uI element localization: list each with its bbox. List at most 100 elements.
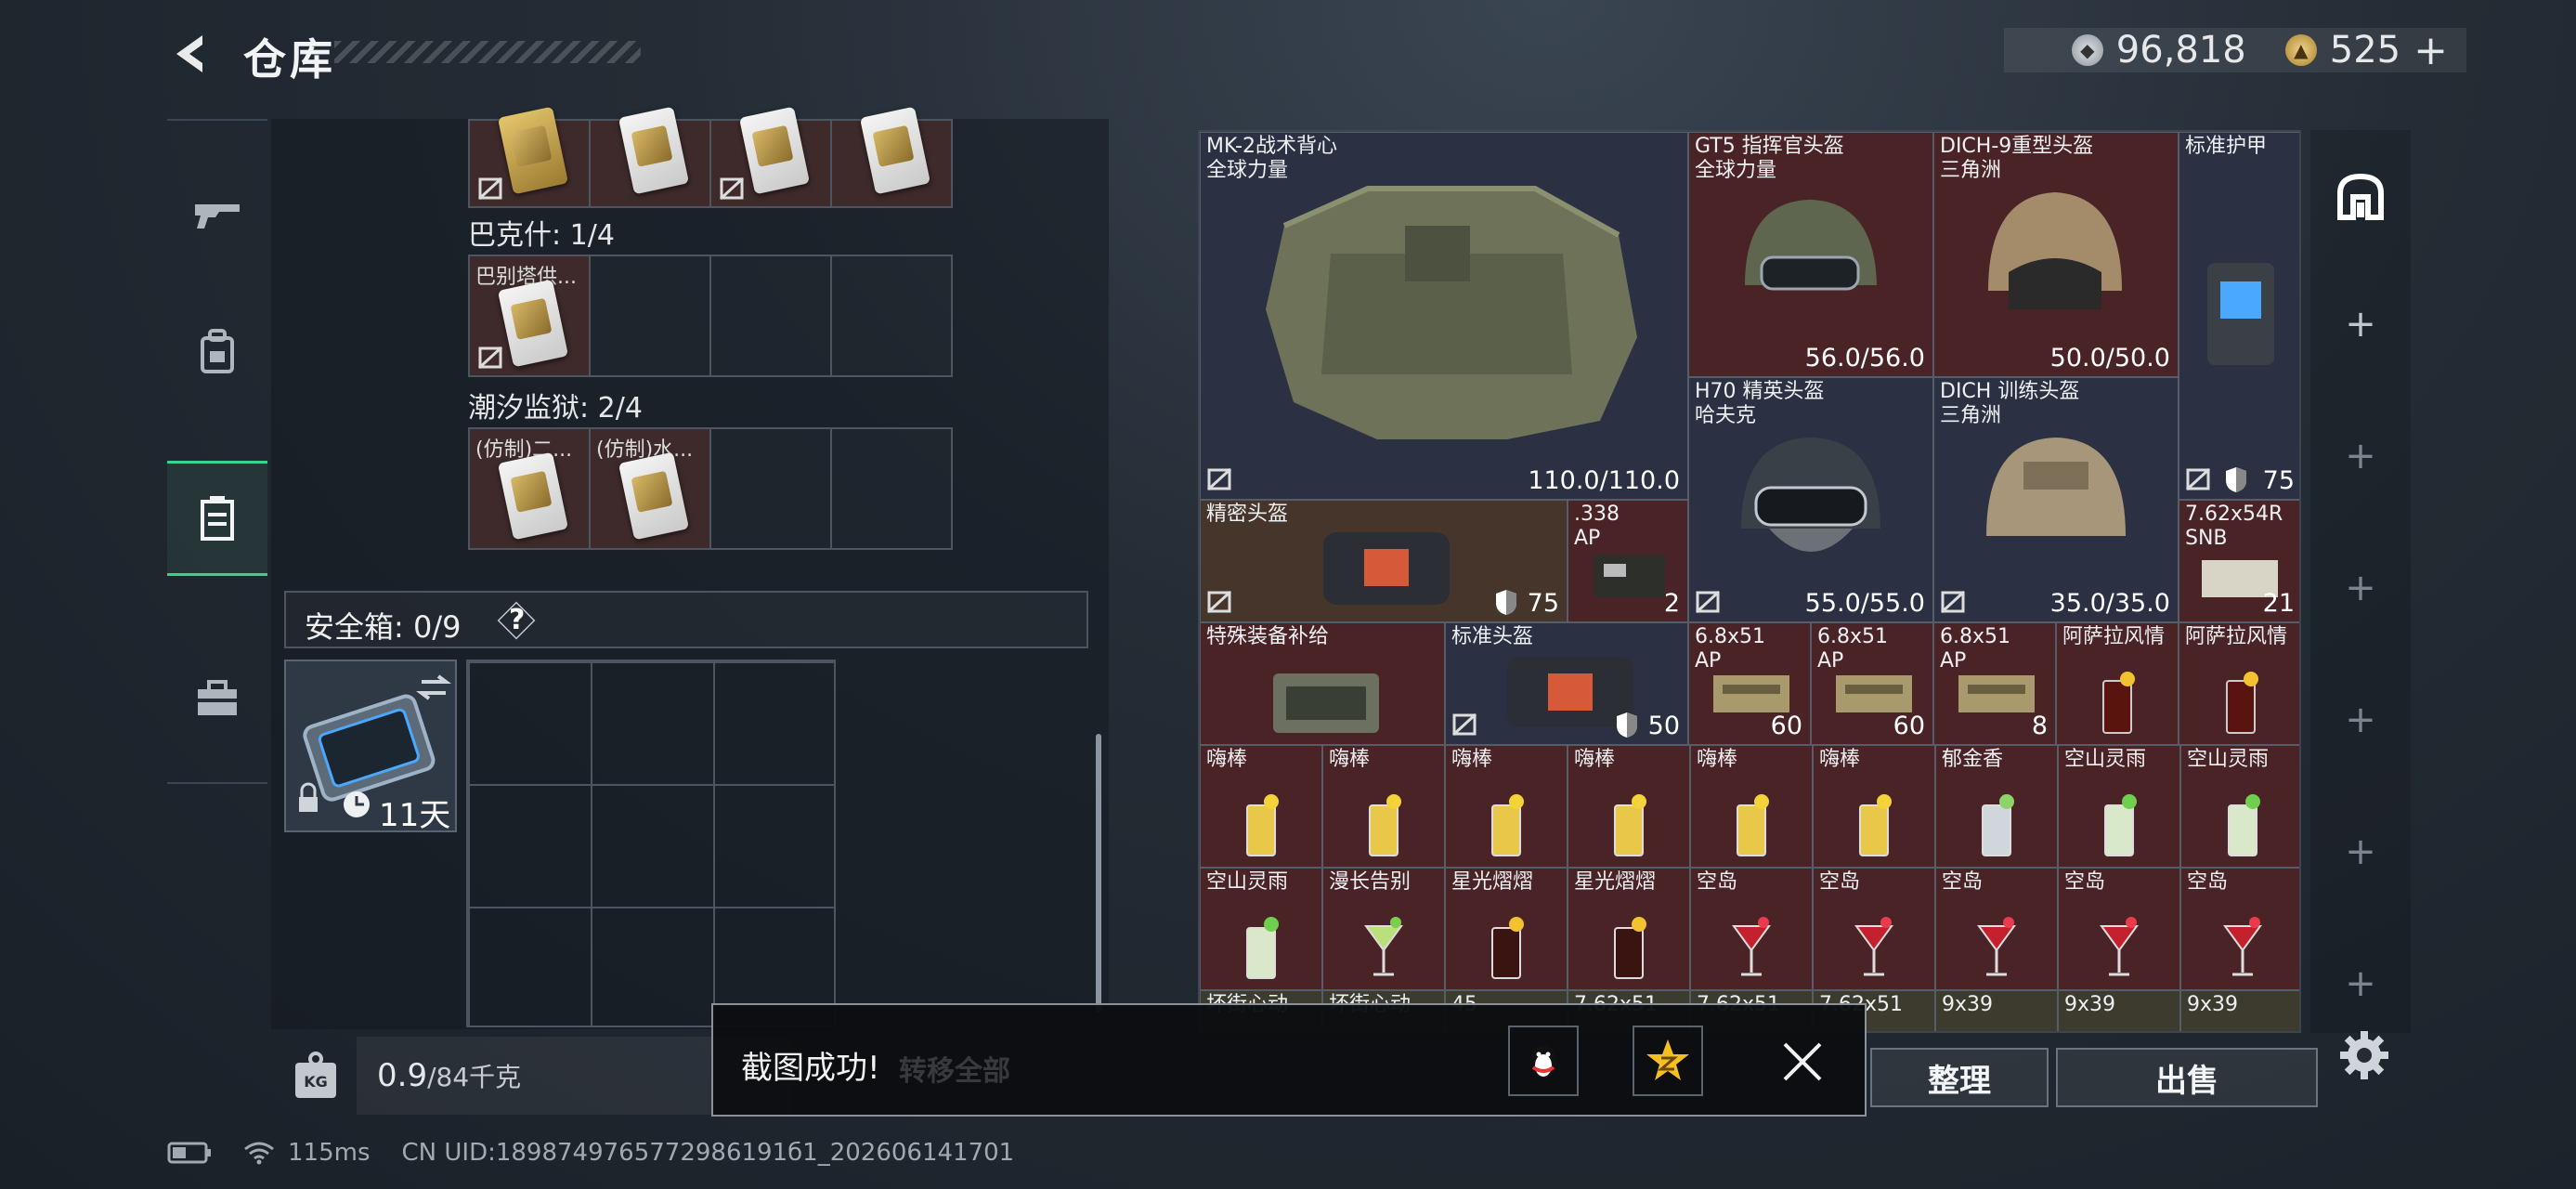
- shield-icon: [2226, 467, 2246, 492]
- item-name: 嗨棒: [1697, 748, 1738, 771]
- key-card-slot[interactable]: [468, 106, 591, 208]
- ping-value: 115ms: [288, 1139, 371, 1167]
- add-page-button[interactable]: +: [2310, 567, 2411, 609]
- gear-icon[interactable]: [2336, 1027, 2392, 1083]
- title-decoration: [334, 41, 641, 63]
- item-drink[interactable]: 空岛: [2180, 868, 2299, 990]
- empty-key-slot[interactable]: [709, 427, 832, 550]
- item-drink[interactable]: 星光熠熠: [1568, 868, 1690, 990]
- item-drink-asala[interactable]: 阿萨拉风情: [2056, 622, 2179, 745]
- item-name: 嗨棒: [1329, 748, 1371, 771]
- item-drink[interactable]: 漫长告别: [1322, 868, 1445, 990]
- add-page-button[interactable]: +: [2310, 830, 2411, 873]
- item-ammo-68x51[interactable]: 6.8x51 AP 8: [1933, 622, 2056, 745]
- item-drink[interactable]: 郁金香: [1935, 745, 2058, 868]
- item-drink[interactable]: 空岛: [2058, 868, 2180, 990]
- key-card-slot[interactable]: [709, 106, 832, 208]
- item-special-supply[interactable]: 特殊装备补给: [1200, 622, 1445, 745]
- add-currency-button[interactable]: +: [2413, 27, 2448, 74]
- helmet-image: [1745, 200, 1877, 291]
- item-h70-helmet[interactable]: H70 精英头盔 哈夫克 55.0/55.0: [1688, 377, 1933, 622]
- item-gt5-helmet[interactable]: GT5 指挥官头盔 全球力量 56.0/56.0: [1688, 132, 1933, 377]
- empty-key-slot[interactable]: [589, 255, 711, 377]
- left-scrollbar[interactable]: [1096, 734, 1101, 1013]
- item-drink[interactable]: 嗨棒: [1690, 745, 1813, 868]
- warehouse-home-icon[interactable]: [2335, 171, 2387, 223]
- close-icon[interactable]: [1777, 1037, 1828, 1087]
- backpack-icon: [201, 329, 234, 373]
- back-arrow-icon[interactable]: [165, 28, 217, 80]
- item-drink[interactable]: 空山灵雨: [2180, 745, 2299, 868]
- item-ammo-68x51[interactable]: 6.8x51 AP 60: [1688, 622, 1811, 745]
- help-mark[interactable]: ?: [509, 604, 525, 636]
- add-page-button[interactable]: +: [2310, 303, 2411, 346]
- key-card-slot[interactable]: [830, 106, 953, 208]
- safebox-item[interactable]: 11天: [284, 660, 457, 834]
- battery-icon: [167, 1142, 211, 1164]
- ammo-box-image: [1958, 675, 2035, 712]
- item-ammo[interactable]: 9x39: [2180, 990, 2299, 1031]
- empty-key-slot[interactable]: [830, 255, 953, 377]
- ammo-box-image: [1594, 555, 1665, 597]
- item-drink[interactable]: 嗨棒: [1445, 745, 1568, 868]
- item-drink[interactable]: 嗨棒: [1568, 745, 1690, 868]
- item-drink[interactable]: 空岛: [1935, 868, 2058, 990]
- item-ammo-68x51[interactable]: 6.8x51 AP 60: [1811, 622, 1933, 745]
- no-bind-icon: [1206, 467, 1232, 491]
- sell-button[interactable]: 出售: [2056, 1048, 2318, 1107]
- drink-icon: [2100, 917, 2139, 976]
- helmet-image: [1988, 192, 2122, 309]
- item-drink-asala[interactable]: 阿萨拉风情: [2179, 622, 2299, 745]
- gold-coin-icon: ▲: [2284, 34, 2317, 66]
- weight-value: 0.9: [377, 1057, 428, 1094]
- tab-toolbox[interactable]: [167, 641, 267, 756]
- supply-case-image: [1273, 673, 1379, 733]
- vest-image: [1266, 186, 1637, 439]
- item-dich-training-helmet[interactable]: DICH 训练头盔 三角洲 35.0/35.0: [1933, 377, 2179, 622]
- item-drink[interactable]: 嗨棒: [1322, 745, 1445, 868]
- item-name: 嗨棒: [1451, 748, 1493, 771]
- item-tactical-vest[interactable]: MK-2战术背心 全球力量 110.0/110.0: [1200, 132, 1688, 500]
- safebox-grid[interactable]: [466, 660, 836, 1027]
- no-bind-icon: [1206, 590, 1232, 614]
- empty-key-slot[interactable]: [830, 427, 953, 550]
- empty-key-slot[interactable]: [709, 255, 832, 377]
- drink-icon: [1614, 917, 1646, 979]
- share-qzone-button[interactable]: [1633, 1026, 1703, 1096]
- key-card-slot[interactable]: [589, 106, 711, 208]
- item-drink[interactable]: 嗨棒: [1200, 745, 1322, 868]
- item-name: 嗨棒: [1819, 748, 1861, 771]
- sort-button[interactable]: 整理: [1870, 1048, 2049, 1107]
- key-card-slot[interactable]: 巴别塔供...: [468, 255, 591, 377]
- item-standard-helmet[interactable]: 标准头盔 50: [1445, 622, 1688, 745]
- tab-storage[interactable]: [167, 461, 267, 576]
- drink-icon: [1246, 917, 1279, 979]
- drink-icon: [1732, 917, 1771, 976]
- key-card-slot[interactable]: (仿制)二...: [468, 427, 591, 550]
- item-ammo-762x54[interactable]: 7.62x54R SNB 21: [2179, 500, 2299, 622]
- tab-weapons[interactable]: [167, 158, 267, 273]
- no-bind-icon: [477, 176, 503, 201]
- item-standard-armor[interactable]: 标准护甲 75: [2179, 132, 2299, 500]
- transfer-all-button-behind: 转移全部: [899, 1055, 1010, 1088]
- drink-icon: [1369, 794, 1401, 856]
- tab-equipment[interactable]: [167, 294, 267, 409]
- item-ammo-338[interactable]: .338 AP 2: [1568, 500, 1688, 622]
- item-ammo[interactable]: 9x39: [2058, 990, 2180, 1031]
- item-drink[interactable]: 星光熠熠: [1445, 868, 1568, 990]
- item-dich9-helmet[interactable]: DICH-9重型头盔 三角洲 50.0/50.0: [1933, 132, 2179, 377]
- item-drink[interactable]: 空岛: [1690, 868, 1813, 990]
- share-qq-button[interactable]: [1508, 1026, 1579, 1096]
- add-page-button[interactable]: +: [2310, 699, 2411, 741]
- item-precision-helmet[interactable]: 精密头盔 75: [1200, 500, 1568, 622]
- item-name: 空岛: [2064, 870, 2106, 894]
- item-drink[interactable]: 空山灵雨: [1200, 868, 1322, 990]
- key-row-bakesh: 巴别塔供...: [468, 255, 953, 377]
- add-page-button[interactable]: +: [2310, 962, 2411, 1005]
- add-page-button[interactable]: +: [2310, 435, 2411, 477]
- item-ammo[interactable]: 9x39: [1935, 990, 2058, 1031]
- item-drink[interactable]: 嗨棒: [1813, 745, 1935, 868]
- key-card-slot[interactable]: (仿制)水...: [589, 427, 711, 550]
- item-drink[interactable]: 空岛: [1813, 868, 1935, 990]
- item-drink[interactable]: 空山灵雨: [2058, 745, 2180, 868]
